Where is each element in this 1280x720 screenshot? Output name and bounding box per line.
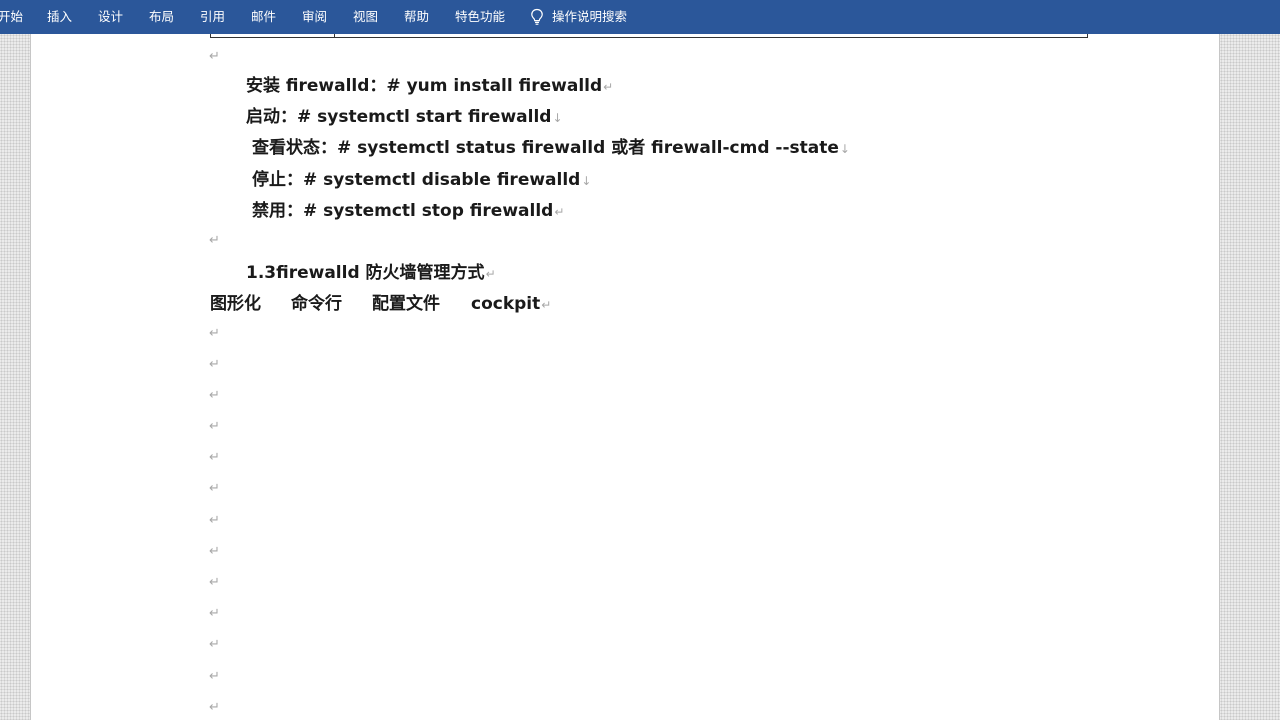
paragraph-mark: ↵ — [209, 575, 220, 590]
paragraph-mark: ↵ — [209, 419, 220, 434]
table-bottom-edge — [210, 34, 1088, 38]
command-status[interactable]: 查看状态：# systemctl status firewalld 或者 fir… — [252, 137, 850, 160]
tab-home[interactable]: 开始 — [0, 0, 23, 34]
mode-config-file[interactable]: 配置文件 — [372, 293, 440, 315]
document-background-right — [1219, 34, 1280, 720]
paragraph-mark: ↵ — [209, 700, 220, 715]
ribbon-bar: 开始 插入 设计 布局 引用 邮件 审阅 视图 帮助 特色功能 操作说明搜索 — [0, 0, 1280, 34]
section-heading[interactable]: 1.3firewalld 防火墙管理方式↵ — [246, 262, 496, 285]
tab-view[interactable]: 视图 — [353, 0, 378, 34]
paragraph-mark: ↵ — [209, 49, 220, 64]
lightbulb-icon — [531, 8, 543, 25]
paragraph-mark: ↵ — [209, 357, 220, 372]
command-start[interactable]: 启动：# systemctl start firewalld↓ — [246, 106, 563, 129]
mode-cockpit[interactable]: cockpit↵ — [471, 293, 551, 316]
tab-mailings[interactable]: 邮件 — [251, 0, 276, 34]
paragraph-mark: ↵ — [209, 637, 220, 652]
document-page[interactable]: ↵ 安装 firewalld：# yum install firewalld↵ … — [31, 34, 1219, 720]
paragraph-mark: ↵ — [209, 513, 220, 528]
paragraph-mark: ↵ — [209, 544, 220, 559]
tab-layout[interactable]: 布局 — [149, 0, 174, 34]
tab-references[interactable]: 引用 — [200, 0, 225, 34]
document-background-left — [0, 34, 31, 720]
command-disable[interactable]: 停止：# systemctl disable firewalld↓ — [252, 169, 591, 192]
tab-special-features[interactable]: 特色功能 — [455, 0, 505, 34]
paragraph-mark: ↵ — [209, 606, 220, 621]
paragraph-mark: ↵ — [209, 388, 220, 403]
paragraph-mark: ↵ — [209, 233, 220, 248]
command-stop[interactable]: 禁用：# systemctl stop firewalld↵ — [252, 200, 564, 223]
command-install[interactable]: 安装 firewalld：# yum install firewalld↵ — [246, 75, 613, 98]
mode-command-line[interactable]: 命令行 — [291, 293, 342, 315]
tab-review[interactable]: 审阅 — [302, 0, 327, 34]
table-column-divider — [334, 34, 335, 38]
paragraph-mark: ↵ — [209, 450, 220, 465]
tell-me-search[interactable]: 操作说明搜索 — [530, 0, 627, 34]
tab-insert[interactable]: 插入 — [47, 0, 72, 34]
paragraph-mark: ↵ — [209, 481, 220, 496]
tab-design[interactable]: 设计 — [98, 0, 123, 34]
paragraph-mark: ↵ — [209, 326, 220, 341]
mode-graphical[interactable]: 图形化 — [210, 293, 261, 315]
paragraph-mark: ↵ — [209, 669, 220, 684]
tell-me-label: 操作说明搜索 — [552, 9, 628, 24]
tab-help[interactable]: 帮助 — [404, 0, 429, 34]
